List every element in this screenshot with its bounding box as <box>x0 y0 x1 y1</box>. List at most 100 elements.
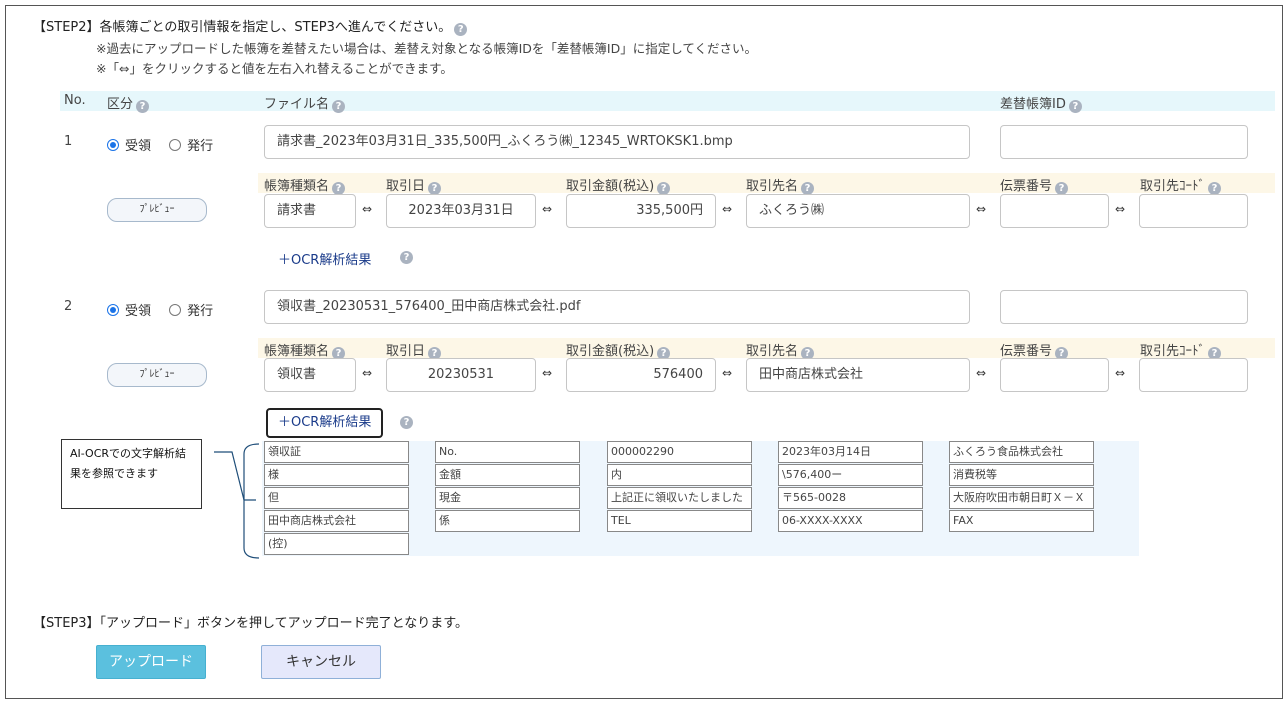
row1-swap-3[interactable]: ⇔ <box>722 202 732 216</box>
row1-preview-button[interactable]: ﾌﾟﾚﾋﾞｭｰ <box>107 198 207 222</box>
row1-sub-doc-type: 帳簿種類名? <box>264 175 346 195</box>
help-icon[interactable]: ? <box>454 23 468 36</box>
ocr-cell[interactable]: 領収証 <box>264 441 409 463</box>
row1-swap-4[interactable]: ⇔ <box>976 202 986 216</box>
row2-sub-slip: 伝票番号? <box>1000 340 1069 360</box>
ocr-cell[interactable]: 000002290 <box>607 441 752 463</box>
row1-partner-input[interactable]: ふくろう㈱ <box>746 194 970 228</box>
row2-preview-button[interactable]: ﾌﾟﾚﾋﾞｭｰ <box>107 363 207 387</box>
row2-radio-issue[interactable] <box>169 304 182 316</box>
ocr-cell[interactable]: TEL <box>607 510 752 532</box>
row1-doc-type-input[interactable]: 請求書 <box>264 194 356 228</box>
row2-kubun: 受領 発行 <box>107 300 213 319</box>
sub-partner-text: 取引先名 <box>746 179 799 194</box>
sub-amount-text: 取引金額(税込) <box>566 344 655 359</box>
row2-slip-input[interactable] <box>1000 358 1109 392</box>
ocr-cell[interactable]: 内 <box>607 464 752 486</box>
header-filename-text: ファイル名 <box>264 97 330 112</box>
row1-partner-code-input[interactable] <box>1139 194 1248 228</box>
row2-date-input[interactable]: 20230531 <box>386 358 536 392</box>
sub-partner-text: 取引先名 <box>746 344 799 359</box>
help-icon[interactable]: ? <box>136 100 150 113</box>
row2-partner-input[interactable]: 田中商店株式会社 <box>746 358 970 392</box>
upload-button[interactable]: アップロード <box>96 645 206 679</box>
ocr-cell[interactable]: ふくろう食品株式会社 <box>949 441 1094 463</box>
row1-replace-id-input[interactable] <box>1000 125 1248 159</box>
help-icon[interactable]: ? <box>1068 100 1082 113</box>
row2-ocr-toggle[interactable]: ＋OCR解析結果 <box>266 408 384 438</box>
ocr-cell[interactable]: 06-XXXX-XXXX <box>778 510 923 532</box>
sub-partner-code-text: 取引先ｺｰﾄﾞ <box>1140 179 1206 194</box>
sub-date-text: 取引日 <box>386 179 426 194</box>
help-icon[interactable]: ? <box>400 251 413 264</box>
row2-sub-amount: 取引金額(税込)? <box>566 340 671 360</box>
sub-slip-text: 伝票番号 <box>1000 344 1053 359</box>
row1-radio-receive[interactable] <box>107 139 119 151</box>
step2-title: 【STEP2】各帳簿ごとの取引情報を指定し、STEP3へ進んでください。? <box>33 16 468 36</box>
ocr-callout: AI-OCRでの文字解析結果を参照できます <box>61 439 202 509</box>
ocr-cell[interactable]: 但 <box>264 487 409 509</box>
ocr-cell[interactable]: 田中商店株式会社 <box>264 510 409 532</box>
help-icon[interactable]: ? <box>400 416 413 429</box>
sub-doc-type-text: 帳簿種類名 <box>264 344 330 359</box>
ocr-cell[interactable]: 係 <box>435 510 580 532</box>
ocr-cell[interactable]: 現金 <box>435 487 580 509</box>
row1-swap-1[interactable]: ⇔ <box>362 202 372 216</box>
row1-amount-input[interactable]: 335,500円 <box>566 194 716 228</box>
row2-doc-type-input[interactable]: 領収書 <box>264 358 356 392</box>
row1-sub-partner-code: 取引先ｺｰﾄﾞ? <box>1140 175 1222 195</box>
row1-ocr-label: ＋OCR解析結果 <box>278 253 372 268</box>
step3-title: 【STEP3】「アップロード」ボタンを押してアップロード完了となります。 <box>33 616 468 631</box>
header-replace-id-text: 差替帳簿ID <box>1000 97 1066 112</box>
ocr-cell[interactable]: 大阪府吹田市朝日町Ｘ－Ｘ <box>949 487 1094 509</box>
row2-amount-input[interactable]: 576400 <box>566 358 716 392</box>
ocr-cell[interactable]: No. <box>435 441 580 463</box>
row2-swap-1[interactable]: ⇔ <box>362 366 372 380</box>
row2-issue-label: 発行 <box>187 304 214 319</box>
row2-ocr-label: ＋OCR解析結果 <box>278 415 372 430</box>
ocr-cell[interactable]: 上記正に領収いたしました <box>607 487 752 509</box>
row2-partner-code-input[interactable] <box>1139 358 1248 392</box>
row1-radio-issue[interactable] <box>169 139 182 151</box>
step2-note-replace: ※過去にアップロードした帳簿を差替えたい場合は、差替え対象となる帳簿IDを「差替… <box>96 41 757 56</box>
row1-swap-2[interactable]: ⇔ <box>542 202 552 216</box>
ocr-cell[interactable]: 2023年03月14日 <box>778 441 923 463</box>
callout-bracket <box>214 443 260 559</box>
ocr-cell[interactable]: 金額 <box>435 464 580 486</box>
ocr-cell[interactable]: 様 <box>264 464 409 486</box>
header-kubun: 区分? <box>107 93 150 113</box>
step2-note-swap: ※「⇔」をクリックすると値を左右入れ替えることができます。 <box>96 61 453 76</box>
row2-filename-input[interactable]: 領収書_20230531_576400_田中商店株式会社.pdf <box>264 290 970 324</box>
help-icon[interactable]: ? <box>332 100 346 113</box>
sub-amount-text: 取引金額(税込) <box>566 179 655 194</box>
row2-replace-id-input[interactable] <box>1000 290 1248 324</box>
ocr-cell[interactable]: \576,400ー <box>778 464 923 486</box>
header-kubun-text: 区分 <box>107 97 134 112</box>
row2-radio-receive[interactable] <box>107 304 119 316</box>
row2-swap-2[interactable]: ⇔ <box>542 366 552 380</box>
row2-swap-3[interactable]: ⇔ <box>722 366 732 380</box>
row2-sub-partner: 取引先名? <box>746 340 815 360</box>
ocr-cell[interactable]: 〒565-0028 <box>778 487 923 509</box>
table-header-band <box>60 91 1275 111</box>
ocr-cell[interactable]: 消費税等 <box>949 464 1094 486</box>
row2-sub-date: 取引日? <box>386 340 442 360</box>
row1-sub-slip: 伝票番号? <box>1000 175 1069 195</box>
step2-title-text: 【STEP2】各帳簿ごとの取引情報を指定し、STEP3へ進んでください。 <box>33 20 452 35</box>
row1-slip-input[interactable] <box>1000 194 1109 228</box>
row1-ocr-toggle[interactable]: ＋OCR解析結果 <box>278 249 371 268</box>
header-replace-id: 差替帳簿ID? <box>1000 93 1082 113</box>
row1-kubun: 受領 発行 <box>107 135 213 154</box>
row2-no: 2 <box>64 299 73 314</box>
row1-swap-5[interactable]: ⇔ <box>1115 202 1125 216</box>
row1-sub-partner: 取引先名? <box>746 175 815 195</box>
ocr-cell[interactable]: FAX <box>949 510 1094 532</box>
header-no: No. <box>64 93 86 108</box>
row2-swap-4[interactable]: ⇔ <box>976 366 986 380</box>
row1-filename-input[interactable]: 請求書_2023年03月31日_335,500円_ふくろう㈱_12345_WRT… <box>264 125 970 159</box>
row1-date-input[interactable]: 2023年03月31日 <box>386 194 536 228</box>
row2-receive-label: 受領 <box>125 304 152 319</box>
cancel-button[interactable]: キャンセル <box>261 645 381 679</box>
row2-swap-5[interactable]: ⇔ <box>1115 366 1125 380</box>
ocr-cell[interactable]: (控) <box>264 533 409 555</box>
